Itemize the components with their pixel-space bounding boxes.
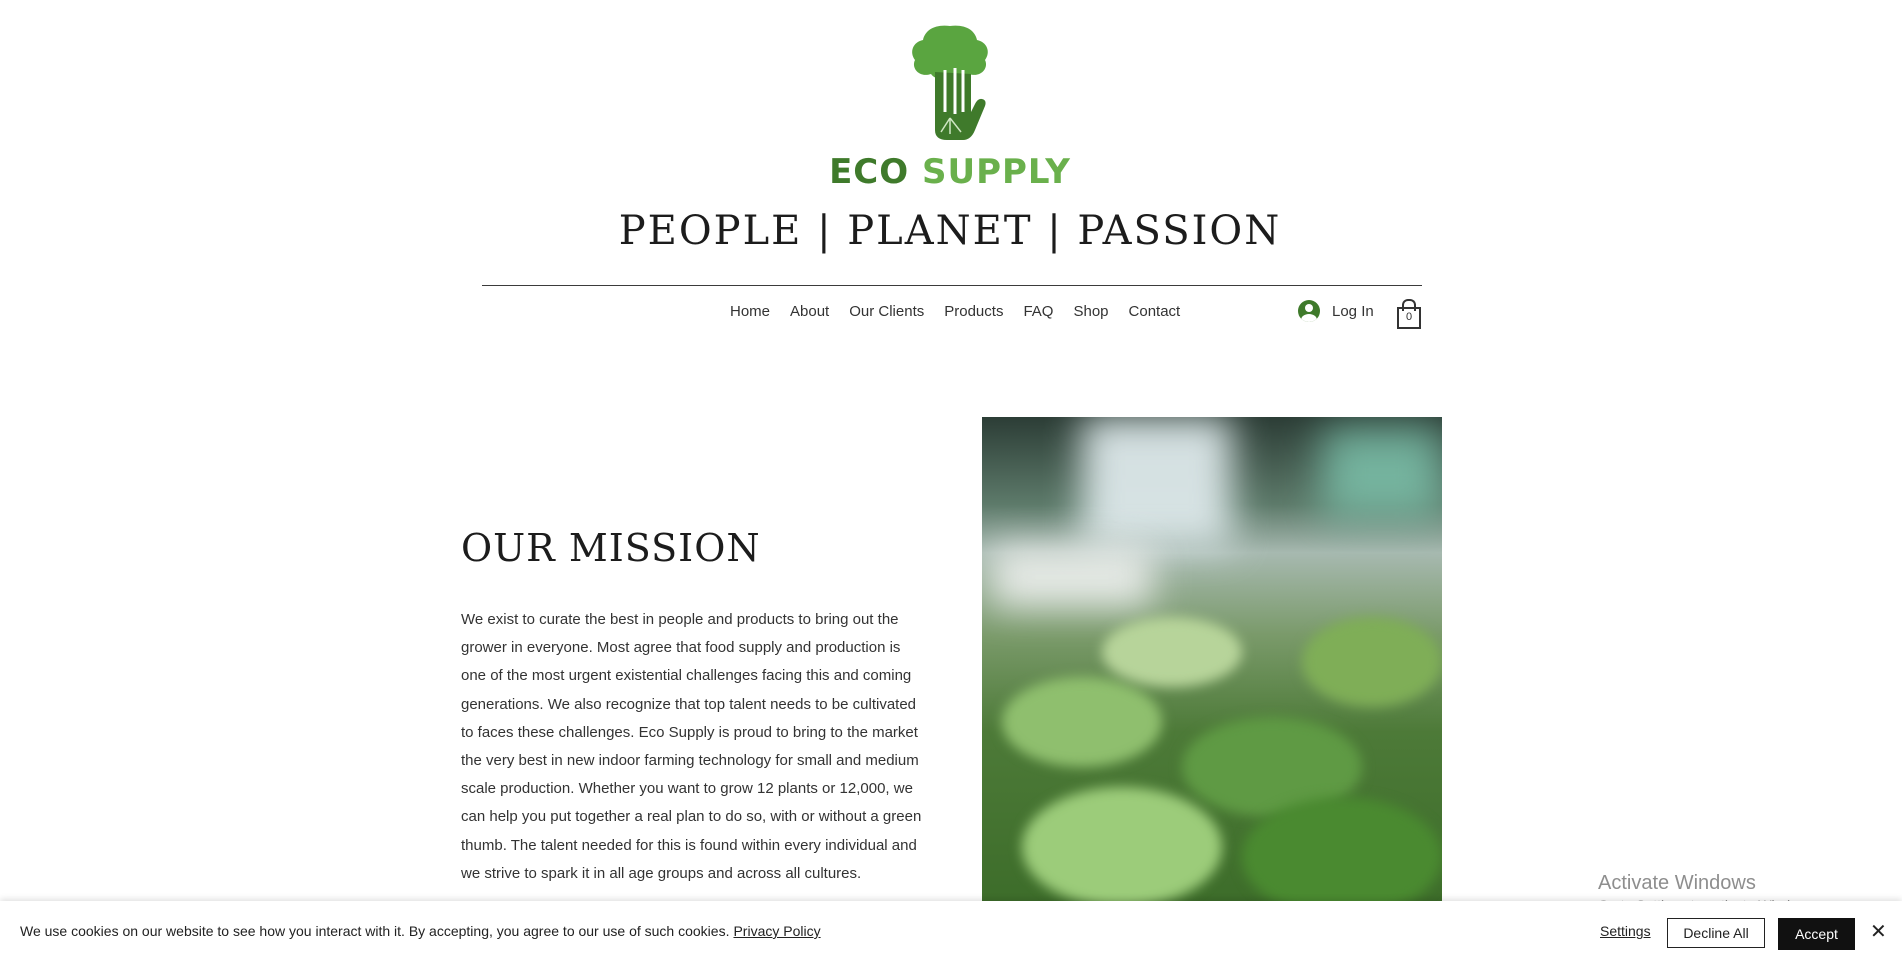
cart-count: 0 [1405, 311, 1413, 323]
nav-item-shop[interactable]: Shop [1063, 302, 1118, 322]
decline-all-button[interactable]: Decline All [1667, 918, 1765, 948]
nav-item-faq[interactable]: FAQ [1013, 302, 1063, 322]
privacy-policy-link[interactable]: Privacy Policy [733, 923, 820, 939]
cookie-banner: We use cookies on our website to see how… [0, 901, 1902, 961]
login-label: Log In [1332, 302, 1374, 320]
mission-heading: OUR MISSION [461, 526, 761, 570]
cookie-message: We use cookies on our website to see how… [20, 923, 821, 939]
activate-windows-title: Activate Windows [1598, 872, 1756, 894]
mission-paragraph: We exist to curate the best in people an… [461, 611, 922, 882]
nav-item-our-clients[interactable]: Our Clients [839, 302, 934, 322]
brand-supply-text: SUPPLY [922, 152, 1071, 192]
nav-item-home[interactable]: Home [720, 302, 780, 322]
user-avatar-icon [1298, 300, 1320, 322]
leafy-greens-photo [982, 417, 1442, 902]
main-nav: Home About Our Clients Products FAQ Shop… [720, 302, 1190, 322]
nav-item-about[interactable]: About [780, 302, 839, 322]
site-tagline: PEOPLE | PLANET | PASSION [618, 208, 1282, 254]
cookie-settings-link[interactable]: Settings [1600, 923, 1651, 939]
cart-button[interactable]: 0 [1396, 298, 1422, 329]
header-divider [482, 285, 1422, 286]
lettuce-hand-logo-icon [912, 25, 988, 140]
nav-item-products[interactable]: Products [934, 302, 1013, 322]
nav-item-contact[interactable]: Contact [1119, 302, 1191, 322]
close-icon[interactable]: ✕ [1870, 921, 1887, 941]
brand-eco-text: ECO [829, 152, 910, 192]
cookie-message-text: We use cookies on our website to see how… [20, 923, 730, 939]
login-button[interactable]: Log In [1298, 300, 1374, 322]
accept-button[interactable]: Accept [1778, 918, 1855, 950]
brand-wordmark: ECO SUPPLY [820, 152, 1080, 192]
